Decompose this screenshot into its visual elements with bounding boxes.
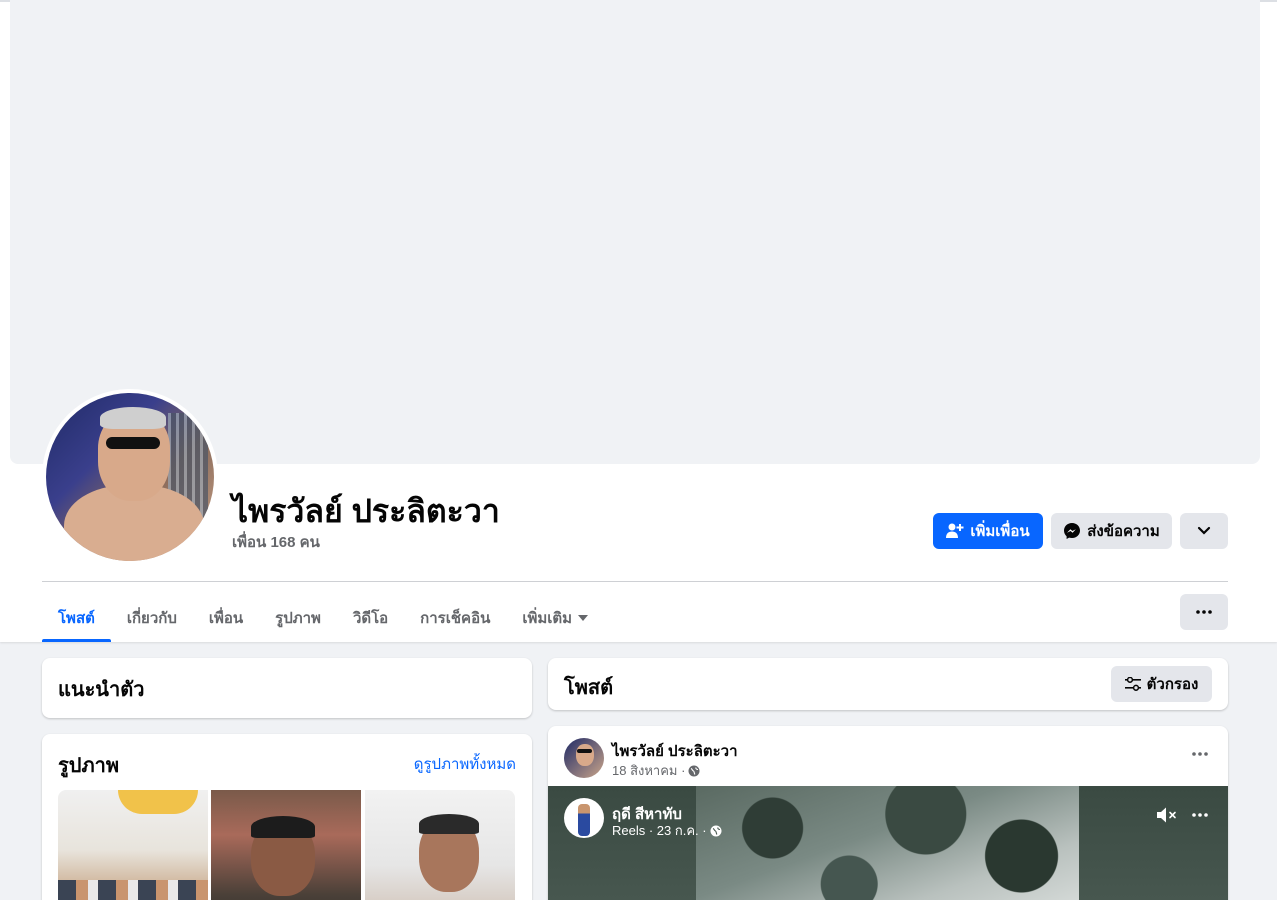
tab-photos[interactable]: รูปภาพ	[259, 594, 337, 642]
reel-avatar-figure	[578, 804, 590, 836]
intro-card: แนะนำตัว	[42, 658, 532, 718]
reel-video[interactable]	[696, 786, 1079, 900]
post-author-avatar[interactable]	[564, 738, 604, 778]
add-friend-icon	[946, 523, 964, 538]
more-dots-icon	[1196, 610, 1212, 614]
reel-meta-text: Reels · 23 ก.ค. ·	[612, 823, 707, 838]
post-options-button[interactable]	[1192, 744, 1208, 759]
more-options-button[interactable]	[1180, 513, 1228, 549]
photo-umbrella	[118, 790, 198, 814]
more-dots-icon[interactable]	[1192, 813, 1208, 817]
send-message-button[interactable]: ส่งข้อความ	[1051, 513, 1172, 549]
tab-more-label: เพิ่มเติม	[522, 610, 573, 627]
add-friend-label: เพิ่มเพื่อน	[970, 523, 1030, 540]
photo-thumbnail[interactable]	[58, 790, 208, 900]
post-avatar-glasses	[577, 749, 592, 753]
shared-reel[interactable]: ฤดี สีหาทับ Reels · 23 ก.ค. ·	[548, 786, 1228, 900]
send-message-label: ส่งข้อความ	[1087, 523, 1160, 540]
tab-posts[interactable]: โพสต์	[42, 594, 111, 642]
photos-title: รูปภาพ	[58, 755, 120, 777]
profile-header: ไพรวัลย์ ประลิตะวา เพื่อน 168 คน เพิ่มเพ…	[0, 0, 1277, 642]
reel-video-frame	[696, 786, 1079, 900]
mute-icon[interactable]	[1156, 806, 1178, 824]
more-dots-icon	[1192, 752, 1208, 756]
chevron-down-icon	[1197, 526, 1211, 535]
photo-people	[58, 880, 208, 900]
avatar-glasses	[106, 437, 160, 449]
globe-icon	[710, 825, 722, 836]
intro-title: แนะนำตัว	[58, 679, 145, 701]
reel-meta: Reels · 23 ก.ค. ·	[612, 820, 722, 841]
avatar-hair	[100, 407, 166, 429]
profile-picture[interactable]	[42, 389, 218, 565]
cover-photo[interactable]	[10, 0, 1260, 464]
reel-controls	[1156, 806, 1208, 824]
tab-checkins[interactable]: การเช็คอิน	[404, 594, 506, 642]
add-friend-button[interactable]: เพิ่มเพื่อน	[933, 513, 1043, 549]
post-card: ไพรวัลย์ ประลิตะวา 18 สิงหาคม · ฤดี สีหา…	[548, 726, 1228, 900]
posts-title: โพสต์	[564, 677, 614, 699]
tabs-more-button[interactable]	[1180, 594, 1228, 630]
tab-more[interactable]: เพิ่มเติม	[506, 594, 604, 642]
post-meta: 18 สิงหาคม ·	[612, 760, 700, 781]
photos-card: รูปภาพ ดูรูปภาพทั้งหมด	[42, 734, 532, 900]
header-divider	[42, 581, 1228, 582]
tab-friends[interactable]: เพื่อน	[193, 594, 259, 642]
filter-icon	[1124, 677, 1141, 691]
photo-hair	[251, 816, 315, 838]
profile-picture-image	[46, 393, 214, 561]
tab-about[interactable]: เกี่ยวกับ	[111, 594, 193, 642]
photo-thumbnail[interactable]	[211, 790, 361, 900]
caret-down-icon	[578, 615, 589, 621]
friend-count-link[interactable]: เพื่อน 168 คน	[232, 530, 320, 554]
post-avatar-face	[576, 744, 594, 766]
filter-label: ตัวกรอง	[1146, 676, 1199, 693]
globe-icon	[688, 765, 700, 776]
filter-button[interactable]: ตัวกรอง	[1111, 666, 1212, 702]
photo-hair	[419, 814, 479, 834]
messenger-icon	[1064, 523, 1081, 539]
tab-videos[interactable]: วิดีโอ	[337, 594, 404, 642]
reel-author-avatar[interactable]	[564, 798, 604, 838]
photo-thumbnail[interactable]	[365, 790, 515, 900]
see-all-photos-link[interactable]: ดูรูปภาพทั้งหมด	[414, 752, 516, 776]
post-date-link[interactable]: 18 สิงหาคม ·	[612, 760, 685, 781]
profile-tabs: โพสต์ เกี่ยวกับ เพื่อน รูปภาพ วิดีโอ การ…	[42, 594, 604, 642]
